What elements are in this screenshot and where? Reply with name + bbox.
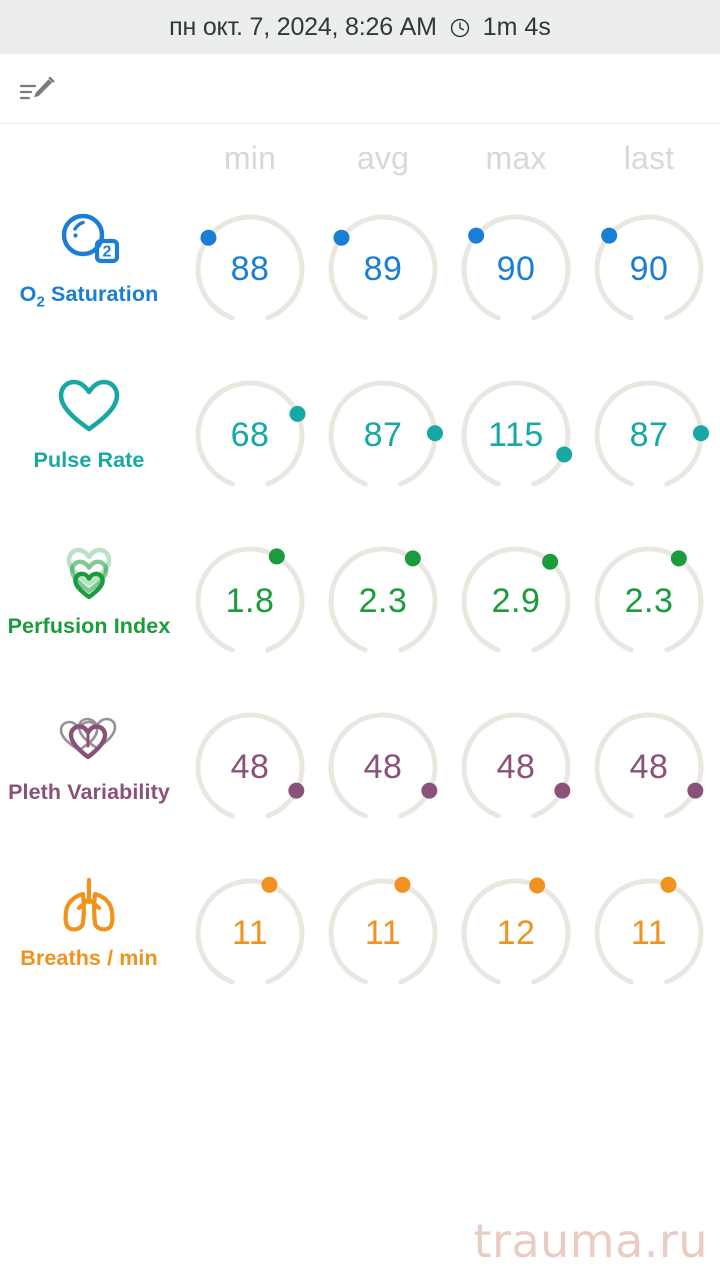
gauge-value-o2-saturation-max: 90 bbox=[496, 249, 536, 288]
gauge-value-breaths-per-min-max: 12 bbox=[496, 913, 536, 952]
gauge-breaths-per-min-min[interactable]: 11 bbox=[187, 870, 313, 996]
gauge-value-pulse-rate-avg: 87 bbox=[363, 415, 403, 454]
gauge-value-pleth-variability-min: 48 bbox=[230, 747, 270, 786]
gauge-value-pulse-rate-last: 87 bbox=[629, 415, 669, 454]
gauge-value-perfusion-index-min: 1.8 bbox=[225, 581, 275, 620]
gauge-pleth-variability-max[interactable]: 48 bbox=[453, 704, 579, 830]
session-datetime: пн окт. 7, 2024, 8:26 AM bbox=[169, 12, 437, 41]
gauge-value-breaths-per-min-min: 11 bbox=[231, 913, 269, 952]
gauge-group-o2-saturation: 88 89 90 90 bbox=[178, 192, 720, 358]
gauge-o2-saturation-avg[interactable]: 89 bbox=[320, 206, 446, 332]
pulse-oximetry-summary-screen: пн окт. 7, 2024, 8:26 AM 1m 4s min avg m… bbox=[0, 0, 720, 1280]
heart-outline-icon bbox=[53, 370, 125, 442]
watermark: trauma.ru bbox=[473, 1214, 708, 1268]
metric-label-perfusion-index: Perfusion Index bbox=[7, 614, 171, 638]
gauge-value-breaths-per-min-last: 11 bbox=[630, 913, 668, 952]
gauge-o2-saturation-last[interactable]: 90 bbox=[586, 206, 712, 332]
metric-label-breaths-per-min: Breaths / min bbox=[20, 946, 158, 970]
svg-text:2: 2 bbox=[103, 244, 112, 261]
gauge-value-pleth-variability-avg: 48 bbox=[363, 747, 403, 786]
metric-label-block-pleth-variability: Pleth Variability bbox=[0, 690, 178, 856]
metric-row-perfusion-index[interactable]: Perfusion Index 1.8 2.3 2.9 2.3 bbox=[0, 524, 720, 690]
cloud-hearts-icon bbox=[53, 702, 125, 774]
session-header-bar: пн окт. 7, 2024, 8:26 AM 1m 4s bbox=[0, 0, 720, 54]
metric-label-pulse-rate: Pulse Rate bbox=[33, 448, 145, 472]
metric-label-block-o2-saturation: 2 O2 Saturation bbox=[0, 192, 178, 358]
screen-toolbar bbox=[0, 54, 720, 124]
gauge-breaths-per-min-last[interactable]: 11 bbox=[586, 870, 712, 996]
gauge-value-pulse-rate-max: 115 bbox=[488, 415, 544, 454]
gauge-group-pleth-variability: 48 48 48 48 bbox=[178, 690, 720, 856]
metric-label-o2-saturation: O2 Saturation bbox=[19, 282, 159, 311]
lungs-icon bbox=[53, 868, 125, 940]
column-header-row: min avg max last bbox=[170, 140, 720, 192]
gauge-o2-saturation-min[interactable]: 88 bbox=[187, 206, 313, 332]
edit-note-icon[interactable] bbox=[18, 74, 58, 108]
column-header-min: min bbox=[223, 140, 277, 176]
metric-row-breaths-per-min[interactable]: Breaths / min 11 11 12 11 bbox=[0, 856, 720, 1022]
column-header-last: last bbox=[623, 140, 675, 176]
gauge-pulse-rate-last[interactable]: 87 bbox=[586, 372, 712, 498]
gauge-perfusion-index-max[interactable]: 2.9 bbox=[453, 538, 579, 664]
gauge-perfusion-index-min[interactable]: 1.8 bbox=[187, 538, 313, 664]
gauge-breaths-per-min-avg[interactable]: 11 bbox=[320, 870, 446, 996]
o2-bubble-icon: 2 bbox=[53, 204, 125, 276]
gauge-pleth-variability-last[interactable]: 48 bbox=[586, 704, 712, 830]
column-header-max: max bbox=[485, 140, 547, 176]
metric-label-pleth-variability: Pleth Variability bbox=[8, 780, 170, 804]
metric-label-block-perfusion-index: Perfusion Index bbox=[0, 524, 178, 690]
gauge-pleth-variability-min[interactable]: 48 bbox=[187, 704, 313, 830]
metric-label-block-breaths-per-min: Breaths / min bbox=[0, 856, 178, 1022]
session-duration: 1m 4s bbox=[482, 12, 551, 41]
gauge-perfusion-index-avg[interactable]: 2.3 bbox=[320, 538, 446, 664]
gauge-perfusion-index-last[interactable]: 2.3 bbox=[586, 538, 712, 664]
gauge-value-pulse-rate-min: 68 bbox=[230, 415, 270, 454]
gauge-value-pleth-variability-max: 48 bbox=[496, 747, 536, 786]
clock-icon bbox=[449, 17, 471, 39]
gauge-pulse-rate-min[interactable]: 68 bbox=[187, 372, 313, 498]
gauge-pulse-rate-avg[interactable]: 87 bbox=[320, 372, 446, 498]
gauge-pulse-rate-max[interactable]: 115 bbox=[453, 372, 579, 498]
gauge-value-o2-saturation-last: 90 bbox=[629, 249, 669, 288]
gauge-pleth-variability-avg[interactable]: 48 bbox=[320, 704, 446, 830]
gauge-group-breaths-per-min: 11 11 12 11 bbox=[178, 856, 720, 1022]
column-header-avg: avg bbox=[356, 140, 410, 176]
gauge-breaths-per-min-max[interactable]: 12 bbox=[453, 870, 579, 996]
gauge-value-perfusion-index-max: 2.9 bbox=[491, 581, 541, 620]
stacked-hearts-icon bbox=[53, 536, 125, 608]
gauge-value-perfusion-index-avg: 2.3 bbox=[358, 581, 408, 620]
gauge-group-pulse-rate: 68 87 115 87 bbox=[178, 358, 720, 524]
metric-row-o2-saturation[interactable]: 2 O2 Saturation 88 89 90 90 bbox=[0, 192, 720, 358]
metric-label-block-pulse-rate: Pulse Rate bbox=[0, 358, 178, 524]
gauge-o2-saturation-max[interactable]: 90 bbox=[453, 206, 579, 332]
gauge-value-breaths-per-min-avg: 11 bbox=[364, 913, 402, 952]
gauge-value-pleth-variability-last: 48 bbox=[629, 747, 669, 786]
gauge-value-o2-saturation-avg: 89 bbox=[363, 249, 403, 288]
gauge-value-perfusion-index-last: 2.3 bbox=[624, 581, 674, 620]
gauge-value-o2-saturation-min: 88 bbox=[230, 249, 270, 288]
gauge-group-perfusion-index: 1.8 2.3 2.9 2.3 bbox=[178, 524, 720, 690]
metric-row-pulse-rate[interactable]: Pulse Rate 68 87 115 87 bbox=[0, 358, 720, 524]
metric-row-pleth-variability[interactable]: Pleth Variability 48 48 48 48 bbox=[0, 690, 720, 856]
